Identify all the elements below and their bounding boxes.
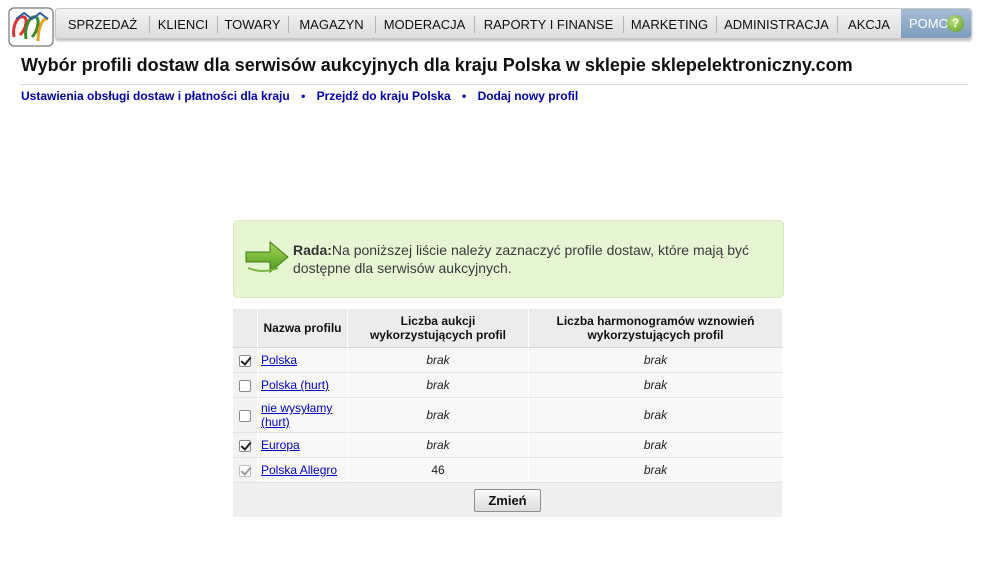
profile-checkbox[interactable]: [239, 379, 251, 392]
profile-name-cell: Polska (hurt): [258, 373, 348, 398]
schedules-count-cell: brak: [529, 398, 783, 433]
auctions-count-cell: brak: [348, 348, 529, 373]
table-row: Polska Allegro 46 brak: [233, 458, 783, 483]
profile-checkbox[interactable]: [239, 354, 251, 367]
row-checkbox-cell: [233, 458, 258, 483]
row-checkbox-cell: [233, 373, 258, 398]
auctions-count-cell: brak: [348, 398, 529, 433]
tip-box: Rada:Na poniższej liście należy zaznaczy…: [233, 220, 784, 298]
menu-item-magazyn[interactable]: MAGAZYN: [288, 9, 375, 38]
auctions-count-cell: brak: [348, 433, 529, 458]
table-header-row: Nazwa profilu Liczba aukcji wykorzystują…: [233, 309, 783, 348]
title-divider: [20, 84, 968, 85]
schedules-count-cell: brak: [529, 458, 783, 483]
link-separator: •: [301, 89, 306, 103]
profile-checkbox[interactable]: [239, 439, 251, 452]
profile-checkbox[interactable]: [239, 409, 251, 422]
profile-name-cell: nie wysyłamy (hurt): [258, 398, 348, 433]
link-separator: •: [462, 89, 467, 103]
top-bar: SPRZEDAŻ KLIENCI TOWARY MAGAZYN MODERACJ…: [0, 0, 987, 47]
app-logo[interactable]: [8, 7, 54, 47]
profile-name-cell: Polska: [258, 348, 348, 373]
profile-name-cell: Europa: [258, 433, 348, 458]
menu-item-marketing[interactable]: MARKETING: [623, 9, 716, 38]
menu-item-administracja[interactable]: ADMINISTRACJA: [716, 9, 837, 38]
auctions-count-cell: brak: [348, 373, 529, 398]
menu-item-sprzedaz[interactable]: SPRZEDAŻ: [56, 9, 149, 38]
tip-label: Rada:: [293, 242, 332, 258]
profile-link[interactable]: nie wysyłamy (hurt): [261, 401, 332, 429]
profile-link[interactable]: Europa: [261, 438, 300, 452]
profile-link[interactable]: Polska: [261, 353, 297, 367]
link-ustawienia-dostaw[interactable]: Ustawienia obsługi dostaw i płatności dl…: [21, 89, 290, 103]
header-schedules-count: Liczba harmonogramów wznowień wykorzystu…: [529, 309, 783, 348]
profile-link[interactable]: Polska Allegro: [261, 463, 337, 477]
schedules-count-cell: brak: [529, 348, 783, 373]
green-arrow-icon: [245, 240, 289, 274]
schedules-count-cell: brak: [529, 373, 783, 398]
link-dodaj-profil[interactable]: Dodaj nowy profil: [478, 89, 579, 103]
menu-item-moderacja[interactable]: MODERACJA: [375, 9, 474, 38]
header-checkbox-column: [233, 309, 258, 348]
link-przejdz-do-kraju[interactable]: Przejdź do kraju Polska: [317, 89, 451, 103]
row-checkbox-cell: [233, 433, 258, 458]
page-title: Wybór profili dostaw dla serwisów aukcyj…: [21, 55, 853, 75]
header-auctions-count: Liczba aukcji wykorzystujących profil: [348, 309, 529, 348]
menu-item-pomoc[interactable]: POMOC ?: [901, 9, 971, 38]
header-profile-name: Nazwa profilu: [258, 309, 348, 348]
table-footer: Zmień: [233, 483, 783, 517]
profile-name-cell: Polska Allegro: [258, 458, 348, 483]
change-button[interactable]: Zmień: [474, 488, 541, 512]
main-menu: SPRZEDAŻ KLIENCI TOWARY MAGAZYN MODERACJ…: [55, 8, 972, 39]
profiles-table: Nazwa profilu Liczba aukcji wykorzystują…: [233, 309, 783, 517]
profile-link[interactable]: Polska (hurt): [261, 378, 329, 392]
auctions-count-cell: 46: [348, 458, 529, 483]
menu-item-raporty-i-finanse[interactable]: RAPORTY I FINANSE: [474, 9, 623, 38]
table-row: Europa brak brak: [233, 433, 783, 458]
table-row: Polska (hurt) brak brak: [233, 373, 783, 398]
menu-item-towary[interactable]: TOWARY: [217, 9, 288, 38]
menu-item-klienci[interactable]: KLIENCI: [149, 9, 217, 38]
question-icon: ?: [947, 15, 964, 32]
table-row: Polska brak brak: [233, 348, 783, 373]
schedules-count-cell: brak: [529, 433, 783, 458]
tip-text: Rada:Na poniższej liście należy zaznaczy…: [293, 241, 778, 277]
tip-message: Na poniższej liście należy zaznaczyć pro…: [293, 242, 749, 276]
table-footer-row: Zmień: [233, 483, 783, 517]
profile-checkbox-disabled: [239, 464, 251, 477]
row-checkbox-cell: [233, 398, 258, 433]
menu-item-akcja[interactable]: AKCJA: [837, 9, 901, 38]
table-row: nie wysyłamy (hurt) brak brak: [233, 398, 783, 433]
action-links: Ustawienia obsługi dostaw i płatności dl…: [21, 89, 578, 103]
row-checkbox-cell: [233, 348, 258, 373]
